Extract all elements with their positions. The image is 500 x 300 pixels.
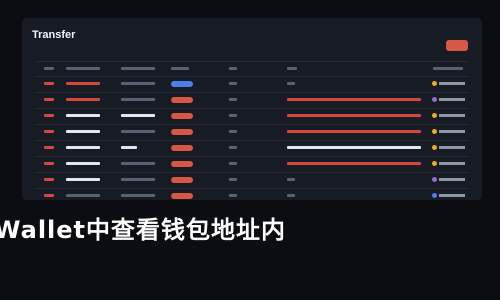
row-address bbox=[287, 146, 421, 149]
row-address bbox=[287, 98, 421, 101]
status-badge bbox=[171, 97, 193, 103]
row-type bbox=[229, 114, 237, 117]
row-type bbox=[229, 98, 237, 101]
row-index bbox=[44, 82, 54, 85]
row-amount bbox=[439, 178, 465, 181]
table-header-cell bbox=[287, 67, 297, 70]
table-divider bbox=[36, 156, 468, 157]
row-id bbox=[66, 98, 100, 101]
row-index bbox=[44, 162, 54, 165]
row-type bbox=[229, 130, 237, 133]
table-header-cell bbox=[171, 67, 189, 70]
purple-coin-icon bbox=[432, 177, 437, 182]
row-date bbox=[121, 178, 155, 181]
row-date bbox=[121, 162, 155, 165]
row-index bbox=[44, 194, 54, 197]
row-amount bbox=[439, 146, 465, 149]
table-divider bbox=[36, 172, 468, 173]
row-index bbox=[44, 114, 54, 117]
row-id bbox=[66, 114, 100, 117]
row-index bbox=[44, 178, 54, 181]
row-date bbox=[121, 98, 155, 101]
table-header-cell bbox=[44, 67, 54, 70]
row-type bbox=[229, 146, 237, 149]
table-divider bbox=[36, 108, 468, 109]
caption-band: Wallet中查看钱包地址内 bbox=[0, 210, 500, 250]
table-divider bbox=[36, 188, 468, 189]
status-badge bbox=[171, 161, 193, 167]
row-index bbox=[44, 130, 54, 133]
row-amount bbox=[439, 98, 465, 101]
row-index bbox=[44, 146, 54, 149]
row-address bbox=[287, 194, 295, 197]
row-address bbox=[287, 162, 421, 165]
table-header-cell bbox=[121, 67, 155, 70]
row-index bbox=[44, 98, 54, 101]
status-badge bbox=[171, 129, 193, 135]
row-date bbox=[121, 146, 137, 149]
row-date bbox=[121, 114, 155, 117]
table-header-cell bbox=[433, 67, 463, 70]
row-amount bbox=[439, 162, 465, 165]
row-amount bbox=[439, 82, 465, 85]
row-date bbox=[121, 130, 155, 133]
orange-coin-icon bbox=[432, 161, 437, 166]
status-badge bbox=[171, 177, 193, 183]
row-id bbox=[66, 194, 100, 197]
table-divider bbox=[36, 76, 468, 77]
row-date bbox=[121, 82, 155, 85]
blue-coin-icon bbox=[432, 193, 437, 198]
orange-coin-icon bbox=[432, 113, 437, 118]
purple-coin-icon bbox=[432, 97, 437, 102]
status-badge bbox=[171, 193, 193, 199]
row-address bbox=[287, 178, 295, 181]
row-type bbox=[229, 162, 237, 165]
status-badge bbox=[171, 81, 193, 87]
orange-coin-icon bbox=[432, 145, 437, 150]
row-id bbox=[66, 146, 100, 149]
row-id bbox=[66, 130, 100, 133]
table-header-cell bbox=[229, 67, 237, 70]
row-address bbox=[287, 82, 295, 85]
row-id bbox=[66, 162, 100, 165]
row-id bbox=[66, 178, 100, 181]
table-divider bbox=[36, 92, 468, 93]
row-amount bbox=[439, 130, 465, 133]
status-badge bbox=[171, 145, 193, 151]
caption-text: Wallet中查看钱包地址内 bbox=[0, 216, 287, 244]
row-date bbox=[121, 194, 155, 197]
orange-coin-icon bbox=[432, 81, 437, 86]
new-transfer-button[interactable] bbox=[446, 40, 468, 51]
row-address bbox=[287, 130, 421, 133]
row-type bbox=[229, 194, 237, 197]
table-divider bbox=[36, 140, 468, 141]
page-title: Transfer bbox=[32, 29, 76, 41]
row-amount bbox=[439, 114, 465, 117]
row-amount bbox=[439, 194, 465, 197]
row-type bbox=[229, 82, 237, 85]
orange-coin-icon bbox=[432, 129, 437, 134]
row-address bbox=[287, 114, 421, 117]
row-id bbox=[66, 82, 100, 85]
table-divider bbox=[36, 61, 468, 62]
table-header-cell bbox=[66, 67, 100, 70]
status-badge bbox=[171, 113, 193, 119]
row-type bbox=[229, 178, 237, 181]
table-divider bbox=[36, 124, 468, 125]
